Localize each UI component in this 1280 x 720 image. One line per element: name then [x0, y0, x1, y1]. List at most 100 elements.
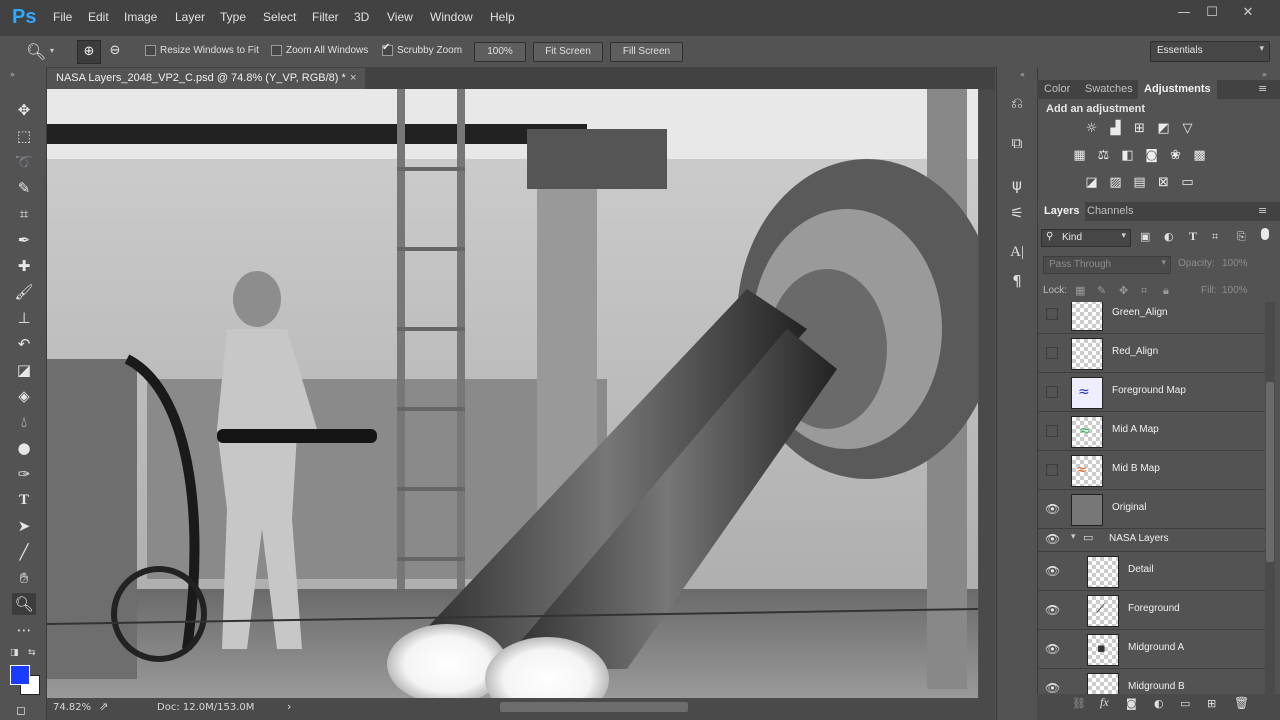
menu-type[interactable]: Type [220, 10, 246, 24]
threshold-icon[interactable]: ▤ [1131, 176, 1148, 190]
fit-screen-button[interactable]: Fit Screen [533, 42, 603, 62]
zoom-tool-preset-icon[interactable]: 🔍︎ [26, 42, 46, 61]
menu-3d[interactable]: 3D [354, 10, 369, 24]
collapse-icon[interactable]: » [10, 70, 15, 79]
line-tool-icon[interactable]: ╱ [12, 541, 36, 563]
filter-smart-object-icon[interactable]: ⎘ [1237, 230, 1246, 244]
zoom-out-icon[interactable]: ⊖ [104, 40, 126, 62]
eye-icon[interactable]: 👁︎ [1045, 603, 1060, 617]
zoom-in-icon[interactable]: ⊕ [77, 40, 101, 64]
history-brush-tool-icon[interactable]: ↶ [12, 333, 36, 355]
blur-tool-icon[interactable]: 💧︎ [12, 411, 36, 433]
delete-layer-icon[interactable]: 🗑︎ [1234, 696, 1249, 710]
brush-settings-icon[interactable]: ⚟ [1006, 204, 1028, 226]
document-tab[interactable]: NASA Layers_2048_VP2_C.psd @ 74.8% (Y_VP… [47, 68, 365, 89]
crop-tool-icon[interactable]: ⌗ [12, 203, 36, 225]
swap-colors-icon[interactable]: ⇆ [28, 648, 36, 658]
quick-select-tool-icon[interactable]: ✎ [12, 177, 36, 199]
fill-value[interactable]: 100% [1222, 285, 1248, 296]
close-window-button[interactable]: ✕ [1234, 4, 1262, 22]
eye-icon[interactable]: 👁︎ [1045, 502, 1060, 516]
menu-select[interactable]: Select [263, 10, 296, 24]
type-tool-icon[interactable]: T [12, 489, 36, 511]
visibility-toggle[interactable] [1046, 425, 1058, 437]
filter-toggle-icon[interactable] [1261, 228, 1269, 240]
layer-group-nasa-layers[interactable]: 👁︎ ▾ ▭ NASA Layers [1037, 529, 1265, 552]
selective-color-icon[interactable]: ⊠ [1155, 176, 1172, 190]
lock-pixels-icon[interactable]: ✎ [1097, 284, 1106, 297]
marquee-tool-icon[interactable]: ⬚ [12, 125, 36, 147]
eye-icon[interactable]: 👁︎ [1045, 564, 1060, 578]
chevron-down-icon[interactable]: ▾ [1071, 532, 1076, 542]
menu-edit[interactable]: Edit [88, 10, 109, 24]
layer-row-foreground[interactable]: 👁︎ ⟋ Foreground [1037, 591, 1265, 630]
layer-row-red-align[interactable]: Red_Align [1037, 334, 1265, 373]
quick-mask-icon[interactable]: ◻ [16, 703, 26, 717]
eraser-tool-icon[interactable]: ◪ [12, 359, 36, 381]
zoom-100-button[interactable]: 100% [474, 42, 526, 62]
layers-scrollbar[interactable] [1265, 302, 1275, 694]
hand-tool-icon[interactable]: ✋︎ [12, 567, 36, 589]
tab-channels[interactable]: Channels [1087, 205, 1133, 217]
layer-row-midground-a[interactable]: 👁︎ ▪ Midground A [1037, 630, 1265, 669]
gradient-map-icon[interactable]: ▭ [1179, 176, 1196, 190]
menu-view[interactable]: View [387, 10, 413, 24]
tab-adjustments[interactable]: Adjustments [1138, 80, 1217, 99]
visibility-toggle[interactable] [1046, 386, 1058, 398]
horizontal-scrollbar-thumb[interactable] [500, 702, 688, 712]
layer-row-mid-b-map[interactable]: ≈ Mid B Map [1037, 451, 1265, 490]
panel-menu-icon[interactable]: ≡ [1258, 204, 1267, 217]
new-adjustment-icon[interactable]: ◐ [1154, 697, 1164, 710]
new-group-icon[interactable]: ▭ [1180, 697, 1190, 710]
document-canvas[interactable] [47, 89, 978, 698]
eye-icon[interactable]: 👁︎ [1045, 642, 1060, 656]
filter-type-icon[interactable]: T [1189, 229, 1197, 244]
zoom-all-checkbox[interactable] [271, 45, 282, 56]
layer-row-original[interactable]: 👁︎ Original [1037, 490, 1265, 529]
pen-tool-icon[interactable]: ✑ [12, 463, 36, 485]
filter-pixel-icon[interactable]: ▣ [1140, 230, 1150, 243]
channel-mixer-icon[interactable]: ❀ [1167, 149, 1184, 163]
invert-icon[interactable]: ◪ [1083, 176, 1100, 190]
blend-mode-select[interactable]: Pass Through ▾ [1043, 256, 1171, 274]
default-colors-icon[interactable]: ◨ [10, 648, 19, 658]
move-tool-icon[interactable]: ✥ [12, 99, 36, 121]
history-panel-icon[interactable]: ⎌ [1006, 94, 1028, 116]
chevron-right-icon[interactable]: › [287, 698, 291, 716]
tab-swatches[interactable]: Swatches [1085, 83, 1133, 95]
visibility-toggle[interactable] [1046, 308, 1058, 320]
dodge-tool-icon[interactable]: ● [12, 437, 36, 459]
layer-row-green-align[interactable]: Green_Align [1037, 302, 1265, 334]
brush-panel-icon[interactable]: ψ [1006, 176, 1028, 198]
opacity-value[interactable]: 100% [1222, 258, 1248, 269]
add-mask-icon[interactable]: ◙ [1126, 697, 1137, 710]
brightness-contrast-icon[interactable]: ☼ [1083, 122, 1100, 136]
visibility-toggle[interactable] [1046, 464, 1058, 476]
export-icon[interactable]: ⇗ [99, 698, 108, 716]
layer-filter-select[interactable]: ⚲ Kind ▾ [1041, 229, 1131, 247]
levels-icon[interactable]: ▟ [1107, 122, 1124, 136]
curves-icon[interactable]: ⊞ [1131, 122, 1148, 136]
filter-shape-icon[interactable]: ⌗ [1212, 230, 1218, 244]
brush-tool-icon[interactable]: 🖌︎ [12, 281, 36, 303]
link-layers-icon[interactable]: ⛓ [1072, 697, 1086, 710]
menu-image[interactable]: Image [124, 10, 157, 24]
foreground-color-swatch[interactable] [10, 665, 30, 685]
minimize-button[interactable]: — [1170, 4, 1198, 22]
more-tools-icon[interactable]: ⋯ [12, 619, 36, 641]
clone-stamp-tool-icon[interactable]: ⊥ [12, 307, 36, 329]
healing-brush-tool-icon[interactable]: ✚ [12, 255, 36, 277]
lock-all-icon[interactable]: 🔒︎ [1163, 284, 1169, 298]
exposure-icon[interactable]: ◩ [1155, 122, 1172, 136]
path-selection-tool-icon[interactable]: ➤ [12, 515, 36, 537]
lock-transparency-icon[interactable]: ▦ [1075, 284, 1085, 297]
hue-saturation-icon[interactable]: ▦ [1071, 149, 1088, 163]
workspace-select[interactable]: Essentials ▾ [1150, 41, 1270, 62]
color-lookup-icon[interactable]: ▩ [1191, 149, 1208, 163]
lock-artboard-icon[interactable]: ⌗ [1141, 284, 1147, 298]
eye-icon[interactable]: 👁︎ [1045, 532, 1060, 546]
menu-layer[interactable]: Layer [175, 10, 205, 24]
menu-window[interactable]: Window [430, 10, 473, 24]
restore-button[interactable]: ☐ [1198, 4, 1226, 22]
layer-row-midground-b[interactable]: 👁︎ Midground B [1037, 669, 1265, 694]
